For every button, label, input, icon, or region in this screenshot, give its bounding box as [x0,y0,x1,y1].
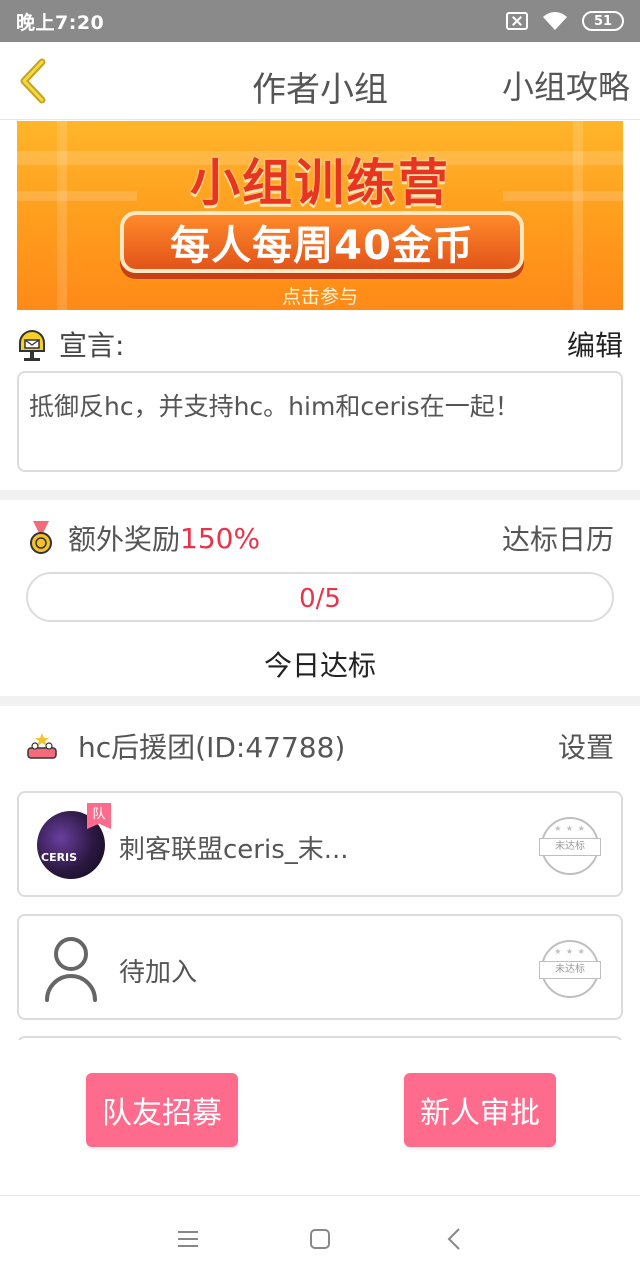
sim-off-icon [506,12,528,30]
member-name: 待加入 [119,958,198,988]
avatar-text: CERIS [41,851,78,864]
manifesto-label: 宣言: [59,329,125,362]
medal-icon [28,521,54,555]
member-card[interactable]: CERIS 队 刺客联盟ceris_末... ★ ★ ★ 未达标 [17,791,623,897]
recruit-teammates-button[interactable]: 队友招募 [86,1073,238,1147]
stamp-text: 未达标 [539,838,601,856]
status-icons: 51 [506,11,624,31]
battery-icon: 51 [582,11,624,31]
not-achieved-stamp-icon: ★ ★ ★ 未达标 [539,940,601,998]
back-icon[interactable] [440,1224,470,1254]
nav-bar: 作者小组 小组攻略 [0,42,640,120]
bonus-label: 额外奖励 [68,523,181,556]
system-navigation-bar [0,1195,640,1280]
section-divider [0,490,640,500]
member-card[interactable]: 待加入 ★ ★ ★ 未达标 [17,914,623,1020]
battery-level: 51 [593,13,613,29]
banner-subtitle: 每人每周40金币 [120,211,524,273]
calendar-link[interactable]: 达标日历 [502,518,614,558]
progress-bar: 0/5 [26,572,614,622]
status-bar: 晚上7:20 51 [0,0,640,42]
person-placeholder-icon [45,937,97,1002]
bonus-row: 额外奖励 150% 达标日历 [28,516,614,560]
team-icon [26,732,58,760]
mailbox-icon [17,327,47,361]
group-guide-link[interactable]: 小组攻略 [502,62,630,108]
manifesto-header: 宣言: 编辑 [17,322,623,366]
team-name: hc后援团(ID:47788) [78,731,346,764]
edit-manifesto-button[interactable]: 编辑 [567,324,623,364]
today-status-label: 今日达标 [263,649,376,682]
team-header: hc后援团(ID:47788) 设置 [26,724,614,768]
banner-cta[interactable]: 点击参与 [17,282,623,309]
team-settings-button[interactable]: 设置 [558,726,614,766]
stamp-text: 未达标 [539,961,601,979]
member-name: 刺客联盟ceris_末... [119,835,349,865]
section-divider [0,696,640,706]
manifesto-text: 抵御反hc，并支持hc。him和ceris在一起！ [17,371,623,472]
not-achieved-stamp-icon: ★ ★ ★ 未达标 [539,817,601,875]
menu-icon[interactable] [173,1224,203,1254]
home-icon[interactable] [305,1224,335,1254]
wifi-icon [543,12,567,30]
progress-text: 0/5 [299,584,341,614]
banner-title: 小组训练营 [190,154,450,212]
action-area: 队友招募 新人审批 [0,1040,640,1195]
training-camp-banner[interactable]: 小组训练营 每人每周40金币 点击参与 [17,121,623,310]
status-time: 晚上7:20 [16,11,105,34]
bonus-value: 150% [180,521,261,555]
approve-newcomers-button[interactable]: 新人审批 [404,1073,556,1147]
